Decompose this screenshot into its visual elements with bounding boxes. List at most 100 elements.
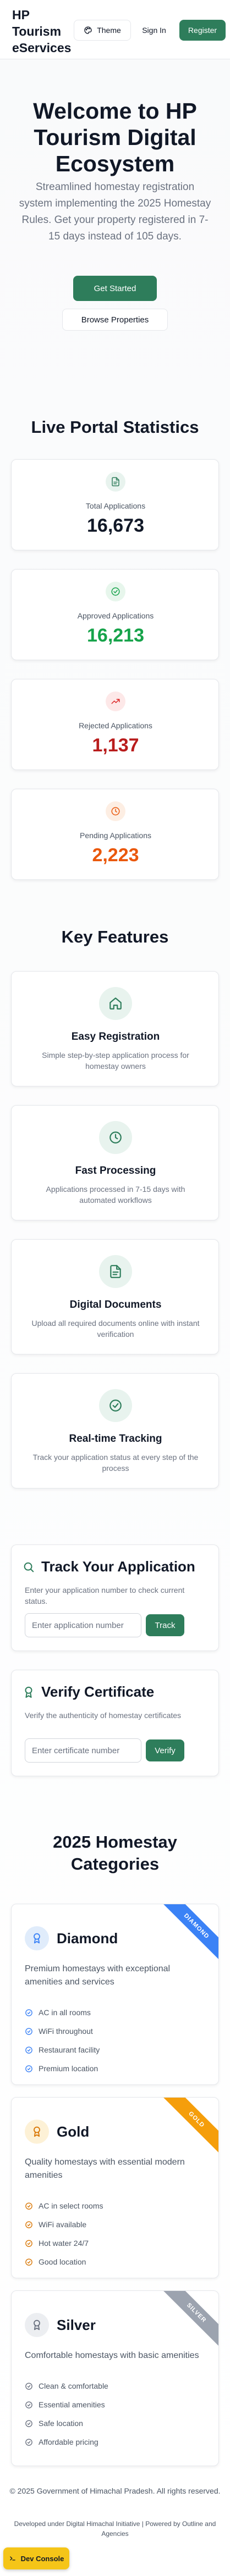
check-circle-icon bbox=[25, 2258, 33, 2266]
get-started-button[interactable]: Get Started bbox=[73, 276, 157, 301]
award-icon bbox=[25, 1926, 49, 1950]
feature-text: AC in select rooms bbox=[39, 2201, 103, 2210]
theme-label: Theme bbox=[97, 26, 121, 35]
stat-card-total: Total Applications 16,673 bbox=[11, 459, 219, 550]
list-item: WiFi available bbox=[25, 2215, 103, 2234]
category-ribbon: SILVER bbox=[160, 2291, 218, 2350]
verify-desc: Verify the authenticity of homestay cert… bbox=[25, 1711, 182, 1720]
brand-line-1: HP bbox=[12, 8, 30, 22]
list-item: Affordable pricing bbox=[25, 2433, 108, 2451]
stat-card-rejected: Rejected Applications 1,137 bbox=[11, 679, 219, 770]
register-button[interactable]: Register bbox=[179, 20, 226, 41]
category-desc: Quality homestays with essential modern … bbox=[25, 2157, 185, 2180]
feature-text: Premium location bbox=[39, 2064, 98, 2073]
category-ribbon: DIAMOND bbox=[160, 1904, 218, 1963]
brand-logo-text[interactable]: HP Tourism eServices bbox=[12, 7, 72, 56]
theme-button[interactable]: Theme bbox=[74, 20, 131, 41]
categories-section-title: 2025 Homestay Categories bbox=[53, 1832, 177, 1874]
check-circle-icon bbox=[106, 582, 125, 601]
brand-line-3: eServices bbox=[12, 41, 72, 55]
stat-label: Approved Applications bbox=[77, 611, 154, 620]
verify-title: Verify Certificate bbox=[41, 1683, 155, 1700]
feature-card-documents: Digital Documents Upload all required do… bbox=[11, 1239, 219, 1354]
document-icon bbox=[106, 472, 125, 492]
category-name: Gold bbox=[57, 2123, 90, 2140]
award-icon bbox=[25, 2313, 49, 2337]
feature-text: WiFi throughout bbox=[39, 2027, 93, 2036]
feature-title: Real-time Tracking bbox=[69, 1433, 162, 1445]
certificate-number-input[interactable] bbox=[25, 1738, 141, 1763]
feature-text: Hot water 24/7 bbox=[39, 2239, 89, 2248]
list-item: Premium location bbox=[25, 2059, 100, 2078]
category-ribbon: GOLD bbox=[160, 2098, 218, 2156]
feature-desc: Applications processed in 7-15 days with… bbox=[46, 1185, 185, 1205]
browse-properties-button[interactable]: Browse Properties bbox=[62, 309, 168, 331]
feature-title: Digital Documents bbox=[69, 1299, 162, 1311]
check-circle-icon bbox=[25, 2046, 33, 2054]
check-circle-icon bbox=[25, 2221, 33, 2229]
category-header: Gold bbox=[25, 2120, 89, 2144]
stat-label: Pending Applications bbox=[80, 831, 151, 840]
category-card-silver: SILVER Silver Comfortable homestays with… bbox=[11, 2290, 219, 2466]
list-item: Hot water 24/7 bbox=[25, 2234, 103, 2252]
stats-section-title: Live Portal Statistics bbox=[31, 417, 199, 437]
category-card-diamond: DIAMOND Diamond Premium homestays with e… bbox=[11, 1904, 219, 2085]
footer-copyright: © 2025 Government of Himachal Pradesh. A… bbox=[9, 2486, 221, 2495]
track-desc: Enter your application number to check c… bbox=[25, 1586, 185, 1605]
application-number-input[interactable] bbox=[25, 1613, 141, 1637]
category-desc: Comfortable homestays with basic ameniti… bbox=[25, 2351, 199, 2360]
terminal-icon bbox=[9, 2555, 17, 2562]
check-circle-icon bbox=[25, 2065, 33, 2073]
verify-button[interactable]: Verify bbox=[146, 1739, 184, 1761]
dev-console-button[interactable]: Dev Console bbox=[3, 2547, 69, 2569]
feature-text: Clean & comfortable bbox=[39, 2382, 108, 2390]
stat-value: 16,213 bbox=[87, 625, 144, 646]
feature-desc: Simple step-by-step application process … bbox=[42, 1051, 189, 1070]
stat-value: 1,137 bbox=[92, 735, 139, 756]
trend-icon bbox=[106, 692, 125, 711]
stat-label: Total Applications bbox=[85, 501, 146, 510]
dev-console-label: Dev Console bbox=[20, 2554, 64, 2563]
feature-text: Affordable pricing bbox=[39, 2438, 98, 2446]
palette-icon bbox=[84, 26, 92, 35]
home-icon bbox=[99, 987, 132, 1020]
feature-card-processing: Fast Processing Applications processed i… bbox=[11, 1105, 219, 1220]
track-application-card: Track Your Application Enter your applic… bbox=[11, 1545, 219, 1651]
search-icon bbox=[23, 1561, 35, 1573]
feature-text: Safe location bbox=[39, 2419, 83, 2428]
sign-in-button[interactable]: Sign In bbox=[134, 20, 174, 41]
top-header: HP Tourism eServices Theme Sign In Regis… bbox=[0, 0, 230, 59]
brand-line-2: Tourism bbox=[12, 24, 62, 38]
feature-desc: Upload all required documents online wit… bbox=[31, 1319, 200, 1339]
feature-desc: Track your application status at every s… bbox=[32, 1453, 199, 1473]
check-circle-icon bbox=[99, 1389, 132, 1422]
list-item: Safe location bbox=[25, 2414, 108, 2433]
verify-certificate-card: Verify Certificate Verify the authentici… bbox=[11, 1670, 219, 1776]
award-icon bbox=[23, 1686, 35, 1698]
check-circle-icon bbox=[25, 2401, 33, 2409]
track-button[interactable]: Track bbox=[146, 1614, 184, 1636]
check-circle-icon bbox=[25, 2438, 33, 2446]
document-icon bbox=[99, 1255, 132, 1288]
list-item: Restaurant facility bbox=[25, 2040, 100, 2059]
feature-text: AC in all rooms bbox=[39, 2008, 91, 2017]
category-card-gold: GOLD Gold Quality homestays with essenti… bbox=[11, 2097, 219, 2278]
feature-text: Essential amenities bbox=[39, 2400, 105, 2409]
feature-text: WiFi available bbox=[39, 2220, 87, 2229]
list-item: AC in select rooms bbox=[25, 2196, 103, 2215]
list-item: AC in all rooms bbox=[25, 2003, 100, 2022]
clock-icon bbox=[106, 801, 125, 821]
check-circle-icon bbox=[25, 2419, 33, 2428]
category-desc: Premium homestays with exceptional ameni… bbox=[25, 1964, 171, 1987]
category-feature-list: Clean & comfortable Essential amenities … bbox=[25, 2377, 108, 2451]
category-header: Diamond bbox=[25, 1926, 118, 1950]
list-item: Essential amenities bbox=[25, 2395, 108, 2414]
check-circle-icon bbox=[25, 2239, 33, 2248]
feature-text: Restaurant facility bbox=[39, 2045, 100, 2054]
hero-title: Welcome to HP Tourism Digital Ecosystem bbox=[33, 98, 197, 176]
feature-card-registration: Easy Registration Simple step-by-step ap… bbox=[11, 971, 219, 1086]
track-title: Track Your Application bbox=[41, 1558, 195, 1575]
award-icon bbox=[25, 2120, 49, 2144]
feature-text: Good location bbox=[39, 2257, 86, 2266]
check-circle-icon bbox=[25, 2009, 33, 2017]
